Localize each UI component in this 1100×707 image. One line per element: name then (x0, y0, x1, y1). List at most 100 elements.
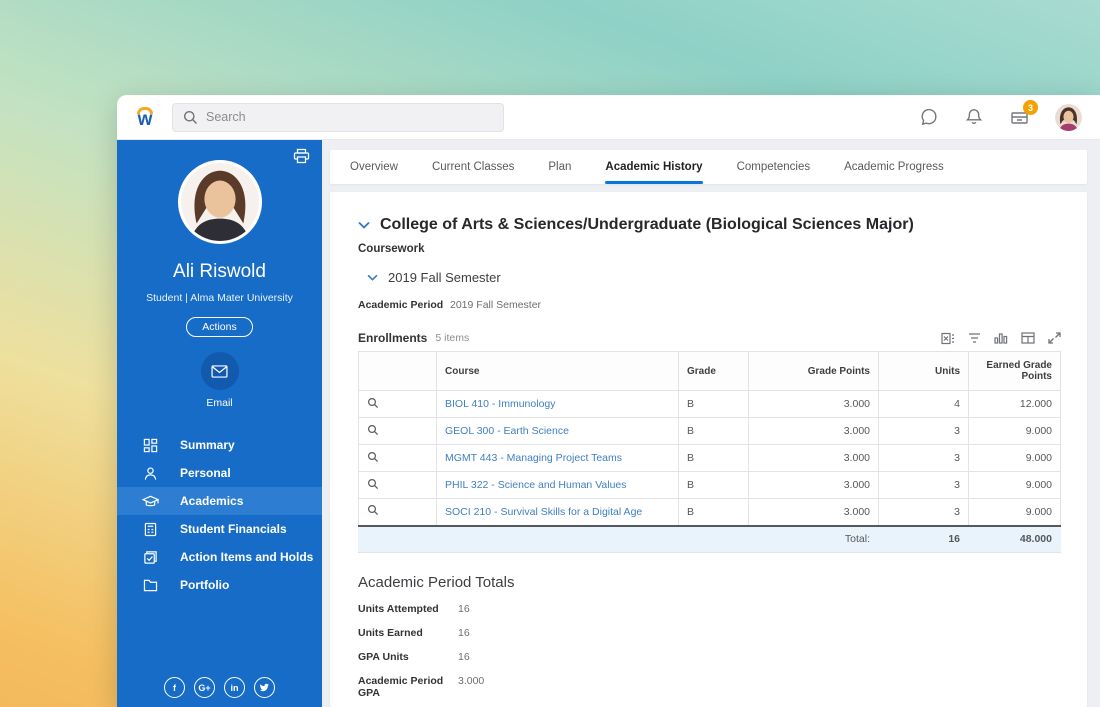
row-magnifier-icon[interactable] (367, 424, 379, 436)
inbox-icon[interactable]: 3 (1009, 107, 1030, 127)
column-header-units[interactable]: Units (879, 352, 969, 391)
sidebar-item-summary[interactable]: Summary (117, 431, 322, 459)
table-row: PHIL 322 - Science and Human Values B 3.… (359, 472, 1061, 499)
academic-period-totals: Units Attempted 16 Units Earned 16 GPA U… (358, 603, 1061, 699)
earned-grade-points-cell: 9.000 (969, 418, 1061, 445)
profile-name: Ali Riswold (173, 261, 266, 283)
search-box[interactable] (172, 103, 504, 132)
enrollments-title: Enrollments (358, 331, 427, 345)
course-link[interactable]: MGMT 443 - Managing Project Teams (445, 452, 622, 464)
grade-cell: B (679, 445, 749, 472)
total-units: 16 (879, 526, 969, 553)
grade-points-cell: 3.000 (749, 472, 879, 499)
sidebar-item-label: Personal (180, 466, 231, 480)
table-row: BIOL 410 - Immunology B 3.000 4 12.000 (359, 391, 1061, 418)
row-magnifier-icon[interactable] (367, 478, 379, 490)
sidebar-item-action-items-and-holds[interactable]: Action Items and Holds (117, 543, 322, 571)
column-header-grade[interactable]: Grade (679, 352, 749, 391)
grade-cell: B (679, 418, 749, 445)
column-header-grade-points[interactable]: Grade Points (749, 352, 879, 391)
grade-points-cell: 3.000 (749, 499, 879, 526)
total-earned-grade-points: 48.000 (969, 526, 1061, 553)
stat-value: 16 (458, 603, 470, 615)
sidebar-item-portfolio[interactable]: Portfolio (117, 571, 322, 599)
column-header-course[interactable]: Course (437, 352, 679, 391)
academic-period-value: 2019 Fall Semester (450, 299, 541, 311)
print-icon[interactable] (293, 148, 310, 164)
stat-label: Units Attempted (358, 603, 458, 615)
row-magnifier-icon[interactable] (367, 397, 379, 409)
column-header-earned-grade-points[interactable]: Earned Grade Points (969, 352, 1061, 391)
email-group: Email (201, 352, 239, 409)
google-plus-icon[interactable]: G+ (194, 677, 215, 698)
chart-icon[interactable] (994, 332, 1008, 345)
course-link[interactable]: GEOL 300 - Earth Science (445, 425, 569, 437)
academic-period-totals-title: Academic Period Totals (358, 574, 1061, 591)
stat-value: 16 (458, 651, 470, 663)
email-button[interactable] (201, 352, 239, 390)
sidebar-item-label: Student Financials (180, 522, 287, 536)
sidebar-item-academics[interactable]: Academics (117, 487, 322, 515)
summary-grid-icon (141, 438, 159, 453)
list-item: Units Earned 16 (358, 627, 1061, 639)
workday-logo-letter: w (138, 113, 153, 127)
list-item: GPA Units 16 (358, 651, 1061, 663)
collapse-semester-chevron-icon[interactable] (367, 274, 378, 281)
collapse-program-chevron-icon[interactable] (358, 221, 370, 229)
calculator-icon (141, 522, 159, 537)
earned-grade-points-cell: 9.000 (969, 445, 1061, 472)
row-magnifier-icon[interactable] (367, 504, 379, 516)
expand-grid-icon[interactable] (1048, 332, 1061, 345)
stat-label: GPA Units (358, 651, 458, 663)
facebook-icon[interactable]: f (164, 677, 185, 698)
export-to-excel-icon[interactable] (941, 332, 955, 345)
actions-button[interactable]: Actions (186, 317, 252, 337)
filter-icon[interactable] (968, 332, 981, 345)
course-link[interactable]: PHIL 322 - Science and Human Values (445, 479, 627, 491)
sidebar-item-student-financials[interactable]: Student Financials (117, 515, 322, 543)
table-settings-icon[interactable] (1021, 332, 1035, 345)
grade-cell: B (679, 472, 749, 499)
notifications-bell-icon[interactable] (964, 107, 984, 127)
workday-logo[interactable]: w (131, 107, 159, 127)
folder-icon (141, 579, 159, 592)
table-row: SOCI 210 - Survival Skills for a Digital… (359, 499, 1061, 526)
table-total-row: Total: 16 48.000 (359, 526, 1061, 553)
academic-history-panel: College of Arts & Sciences/Undergraduate… (330, 192, 1087, 707)
units-cell: 3 (879, 445, 969, 472)
linkedin-icon[interactable]: in (224, 677, 245, 698)
enrollments-table: Course Grade Grade Points Units Earned G… (358, 351, 1061, 553)
top-bar: w (117, 95, 1100, 140)
tab-bar: Overview Current Classes Plan Academic H… (330, 150, 1087, 184)
tab-current-classes[interactable]: Current Classes (432, 150, 514, 184)
tab-academic-progress[interactable]: Academic Progress (844, 150, 944, 184)
coursework-label: Coursework (358, 243, 1061, 255)
units-cell: 4 (879, 391, 969, 418)
main-area: Overview Current Classes Plan Academic H… (322, 140, 1100, 707)
tab-academic-history[interactable]: Academic History (605, 150, 702, 184)
search-input[interactable] (206, 110, 493, 124)
stat-value: 16 (458, 627, 470, 639)
course-link[interactable]: BIOL 410 - Immunology (445, 398, 556, 410)
search-icon (183, 110, 198, 125)
chat-icon[interactable] (919, 107, 939, 127)
workday-window: w (117, 95, 1100, 707)
stat-value: 3.000 (458, 675, 484, 699)
units-cell: 3 (879, 499, 969, 526)
table-row: GEOL 300 - Earth Science B 3.000 3 9.000 (359, 418, 1061, 445)
tab-overview[interactable]: Overview (350, 150, 398, 184)
earned-grade-points-cell: 12.000 (969, 391, 1061, 418)
inbox-badge: 3 (1023, 100, 1038, 115)
row-magnifier-icon[interactable] (367, 451, 379, 463)
email-envelope-icon (211, 365, 228, 378)
course-link[interactable]: SOCI 210 - Survival Skills for a Digital… (445, 506, 642, 518)
semester-title: 2019 Fall Semester (388, 270, 501, 285)
tab-plan[interactable]: Plan (548, 150, 571, 184)
sidebar-item-label: Action Items and Holds (180, 550, 313, 564)
profile-photo[interactable] (178, 160, 262, 244)
twitter-icon[interactable] (254, 677, 275, 698)
tab-competencies[interactable]: Competencies (737, 150, 811, 184)
user-avatar[interactable] (1055, 104, 1082, 131)
sidebar-item-personal[interactable]: Personal (117, 459, 322, 487)
profile-sidebar: Ali Riswold Student | Alma Mater Univers… (117, 140, 322, 707)
